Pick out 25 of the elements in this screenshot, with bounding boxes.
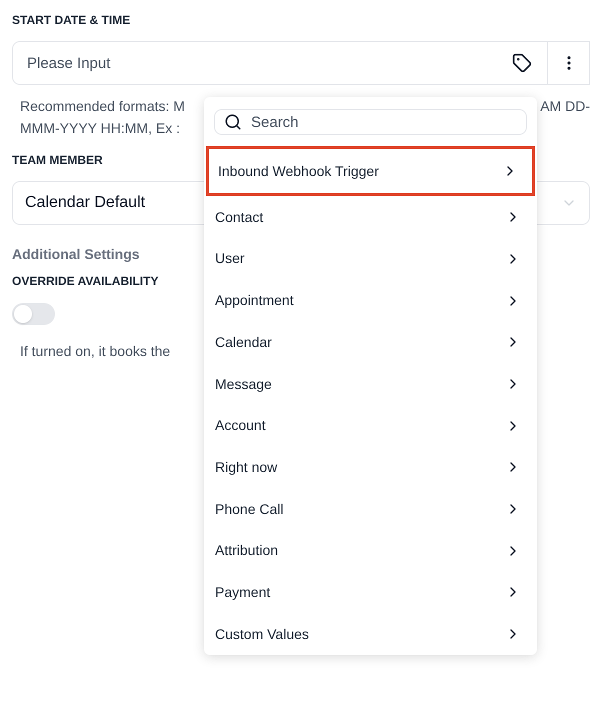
hint-text: MMM-YYYY HH:MM, Ex :: [20, 119, 180, 138]
menu-item[interactable]: Phone Call: [206, 488, 535, 530]
search-icon: [224, 113, 242, 132]
search-field[interactable]: Search: [214, 109, 527, 136]
menu-item[interactable]: Message: [206, 363, 535, 405]
field-label: START DATE & TIME: [12, 12, 132, 28]
menu-item[interactable]: Payment: [206, 572, 535, 614]
menu-item[interactable]: Inbound Webhook Trigger: [206, 146, 535, 196]
field-label: OVERRIDE AVAILABILITY: [12, 273, 160, 289]
toggle-switch[interactable]: [12, 303, 55, 325]
menu-item[interactable]: Account: [206, 404, 535, 447]
menu-item[interactable]: User: [206, 238, 535, 280]
menu-item[interactable]: Appointment: [206, 280, 535, 322]
start-date-field[interactable]: Please Input: [12, 41, 548, 85]
hint-text: Recommended formats: M: [20, 97, 185, 116]
menu-item[interactable]: Calendar: [206, 322, 535, 364]
section-title: Additional Settings: [12, 245, 140, 263]
menu-item[interactable]: Custom Values: [206, 613, 535, 655]
description-text: If turned on, it books the: [19, 342, 170, 361]
tag-icon[interactable]: [512, 53, 532, 73]
menu-item[interactable]: Contact: [206, 196, 535, 238]
menu-item[interactable]: Attribution: [206, 530, 535, 572]
hint-text: AM DD-: [540, 97, 590, 116]
menu-item[interactable]: Right now: [206, 446, 535, 488]
field-label: TEAM MEMBER: [12, 152, 104, 168]
